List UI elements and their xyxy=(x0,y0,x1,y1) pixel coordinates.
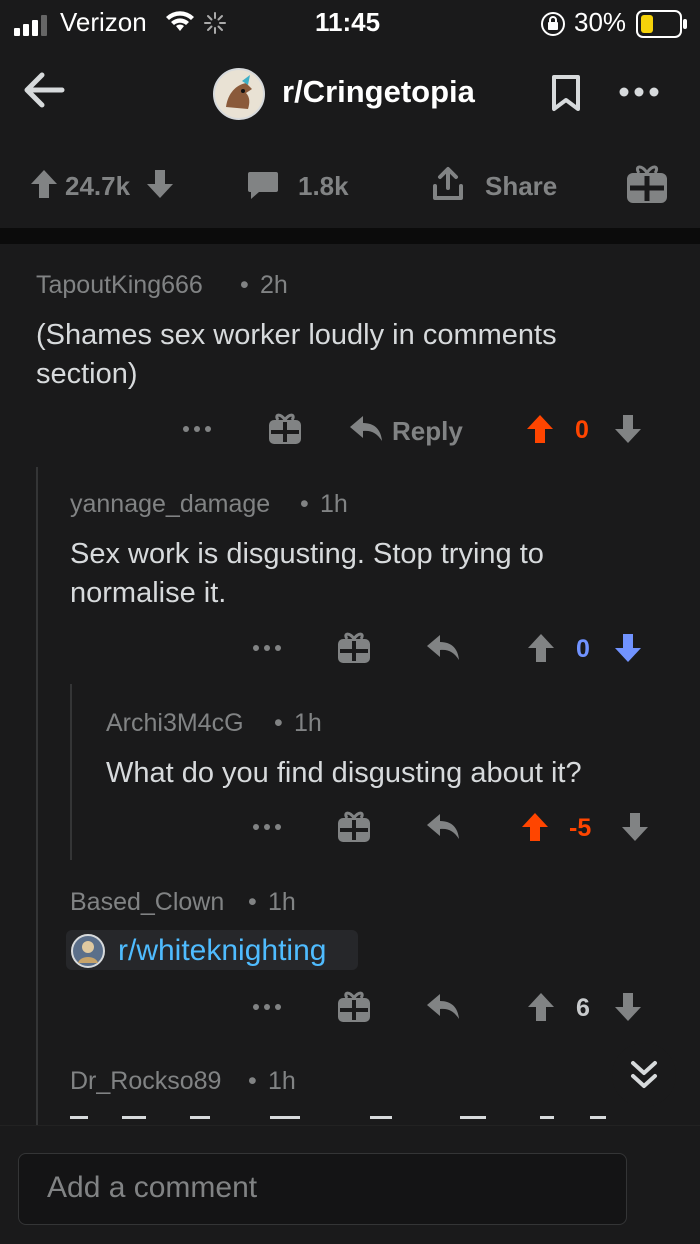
comment-score: 0 xyxy=(576,635,590,663)
reply-icon[interactable] xyxy=(426,812,460,842)
battery-percent: 30% xyxy=(574,7,627,37)
comment-text-line: Sex work is disgusting. Stop trying to xyxy=(70,538,544,570)
comment-age: 1h xyxy=(268,888,296,916)
post-score: 24.7k xyxy=(65,171,131,201)
truncated-text xyxy=(70,1116,610,1122)
comment-text-line: (Shames sex worker loudly in comments xyxy=(36,319,557,351)
downvote-icon[interactable] xyxy=(614,992,642,1022)
clock: 11:45 xyxy=(315,7,381,37)
loading-spinner-icon xyxy=(204,12,226,34)
meta-separator: • xyxy=(240,271,249,299)
downvote-icon[interactable] xyxy=(614,633,642,663)
comment-text-line: What do you find disgusting about it? xyxy=(106,757,582,789)
meta-separator: • xyxy=(274,709,283,737)
signal-icon xyxy=(14,14,54,36)
award-icon[interactable] xyxy=(626,164,668,204)
next-comment-button[interactable] xyxy=(612,1043,676,1107)
subreddit-avatar[interactable] xyxy=(212,67,266,121)
comment-count: 1.8k xyxy=(298,171,349,201)
comment-score: -5 xyxy=(569,814,592,842)
upvote-icon[interactable] xyxy=(527,633,555,663)
comment-age: 1h xyxy=(268,1067,296,1095)
post-upvote-icon[interactable] xyxy=(30,169,58,199)
more-options-icon[interactable] xyxy=(618,86,660,98)
comment-age: 1h xyxy=(320,490,348,518)
reply-icon[interactable] xyxy=(349,414,383,444)
comment-author[interactable]: Archi3M4cG xyxy=(106,709,244,738)
comment-more-icon[interactable] xyxy=(252,823,282,831)
thread-line[interactable] xyxy=(36,467,38,1127)
wifi-icon xyxy=(166,11,194,33)
comment-author[interactable]: yannage_damage xyxy=(70,490,270,519)
upvote-icon[interactable] xyxy=(526,414,554,444)
status-bar: Verizon 11:45 30% xyxy=(0,0,700,48)
comment-author[interactable]: Dr_Rockso89 xyxy=(70,1067,221,1096)
reply-icon[interactable] xyxy=(426,992,460,1022)
downvote-icon[interactable] xyxy=(621,812,649,842)
comment-more-icon[interactable] xyxy=(182,425,212,433)
meta-separator: • xyxy=(248,888,257,916)
subreddit-title[interactable]: r/Cringetopia xyxy=(282,74,475,110)
post-downvote-icon[interactable] xyxy=(146,169,174,199)
award-icon[interactable] xyxy=(337,632,371,664)
double-chevron-down-icon xyxy=(630,1059,658,1091)
award-icon[interactable] xyxy=(337,811,371,843)
comment-age: 2h xyxy=(260,271,288,299)
reply-button[interactable]: Reply xyxy=(392,416,463,447)
comment-more-icon[interactable] xyxy=(252,644,282,652)
reply-icon[interactable] xyxy=(426,633,460,663)
upvote-icon[interactable] xyxy=(521,812,549,842)
back-arrow-icon[interactable] xyxy=(22,70,66,110)
thread-line[interactable] xyxy=(70,684,72,860)
bookmark-icon[interactable] xyxy=(550,74,582,112)
comment-text-line: normalise it. xyxy=(70,577,227,609)
meta-separator: • xyxy=(300,490,309,518)
section-divider xyxy=(0,228,700,244)
share-button[interactable]: Share xyxy=(485,171,557,202)
rotation-lock-icon xyxy=(540,11,566,37)
comment-input-placeholder: Add a comment xyxy=(47,1171,258,1204)
downvote-icon[interactable] xyxy=(614,414,642,444)
comment-author[interactable]: Based_Clown xyxy=(70,888,224,917)
carrier-label: Verizon xyxy=(60,7,147,37)
subreddit-link-avatar xyxy=(70,933,106,969)
award-icon[interactable] xyxy=(337,991,371,1023)
comment-score: 6 xyxy=(576,994,590,1022)
award-icon[interactable] xyxy=(268,413,302,445)
subreddit-link[interactable]: r/whiteknighting xyxy=(118,934,326,968)
comment-author[interactable]: TapoutKing666 xyxy=(36,271,203,300)
comment-text-line: section) xyxy=(36,358,138,390)
share-icon[interactable] xyxy=(430,166,466,202)
comment-icon[interactable] xyxy=(247,170,279,200)
meta-separator: • xyxy=(248,1067,257,1095)
comment-more-icon[interactable] xyxy=(252,1003,282,1011)
comment-age: 1h xyxy=(294,709,322,737)
battery-icon xyxy=(636,10,688,38)
comment-score: 0 xyxy=(575,416,589,444)
upvote-icon[interactable] xyxy=(527,992,555,1022)
